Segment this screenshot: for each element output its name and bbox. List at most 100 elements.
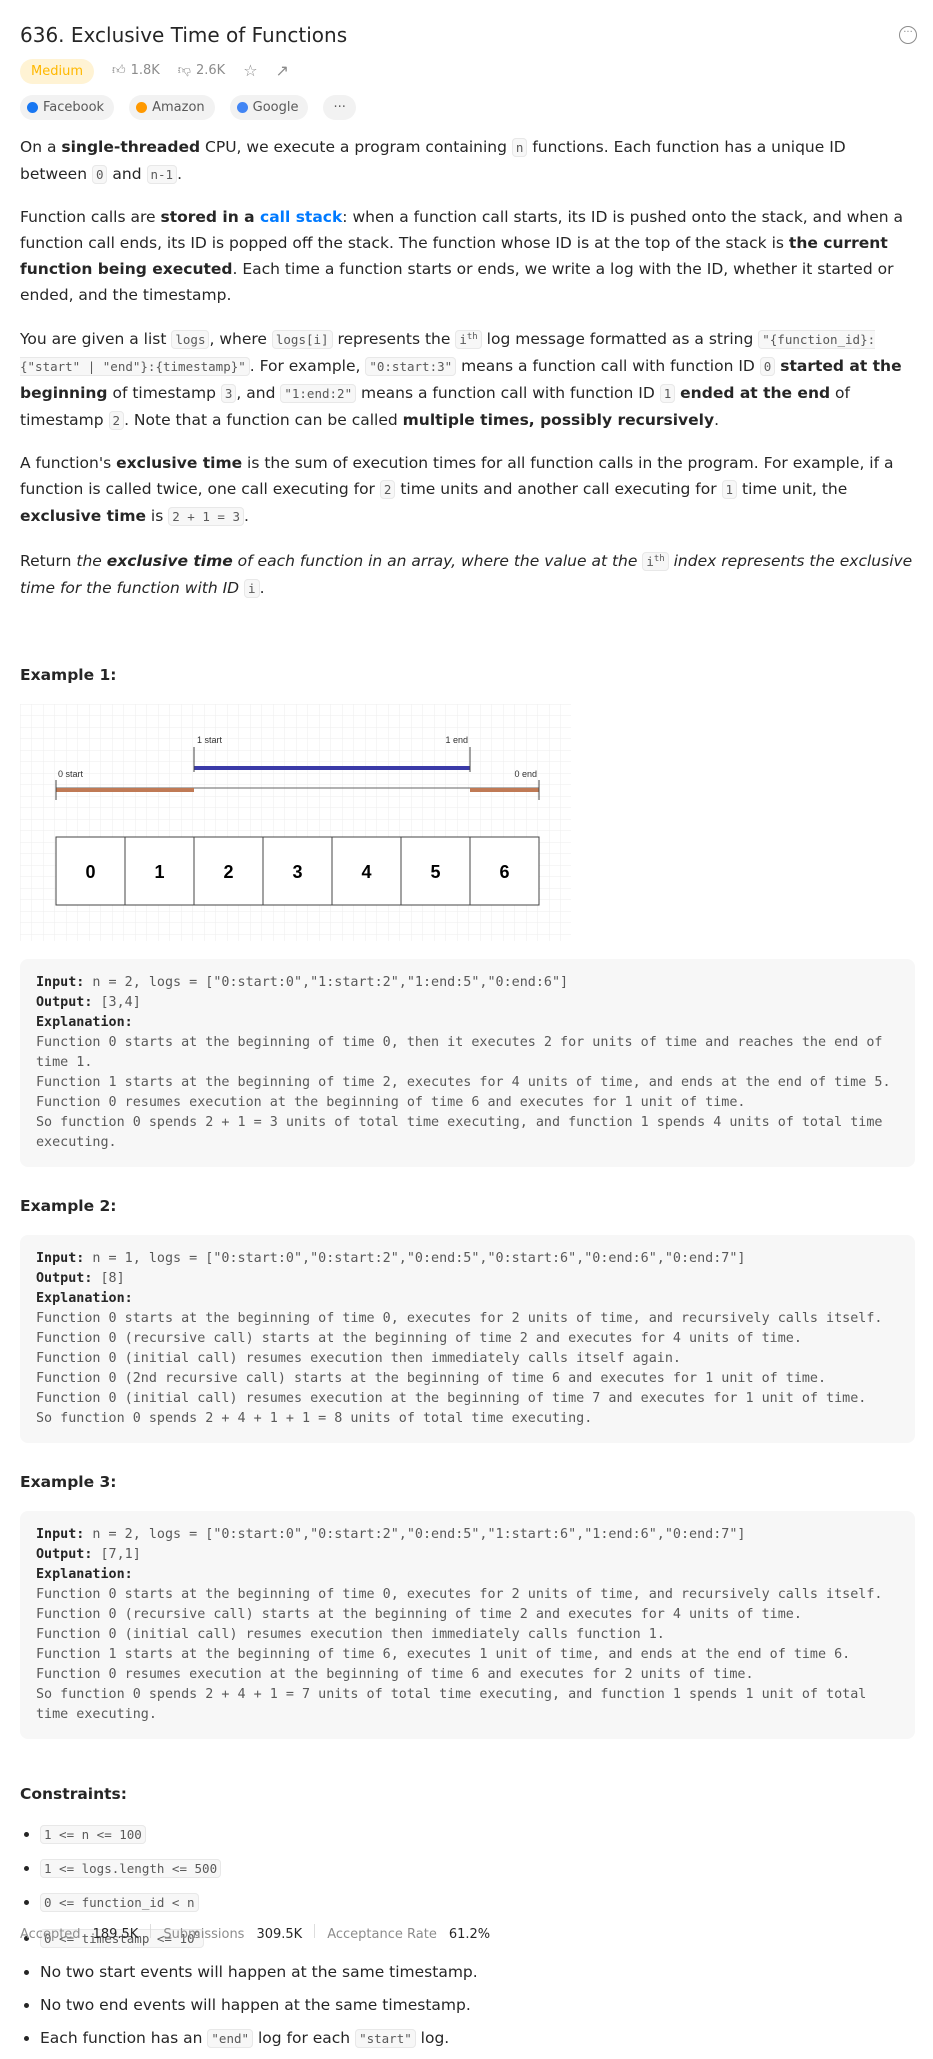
text-segment: CPU, we execute a program containing	[200, 138, 512, 156]
example-input: n = 2, logs = ["0:start:0","0:start:2","…	[84, 1527, 746, 1543]
text-segment: exclusive time	[116, 454, 243, 473]
text-segment: the	[76, 552, 107, 571]
inline-code: 1	[721, 480, 738, 500]
problem-description: On a single-threaded CPU, we execute a p…	[20, 134, 915, 2059]
text-segment: exclusive time	[106, 552, 233, 571]
text-segment: is	[145, 507, 169, 526]
company-name: Facebook	[43, 100, 105, 115]
inline-code: 1 <= logs.length <= 500	[40, 1859, 222, 1879]
text-segment: log.	[415, 2029, 450, 2048]
call-stack-link[interactable]: call stack	[260, 208, 342, 226]
inline-code: ith	[642, 552, 669, 572]
problem-title: 636. Exclusive Time of Functions	[20, 23, 348, 47]
inline-code: 0 <= function_id < n	[40, 1893, 199, 1913]
timeline-cell-label: 3	[292, 862, 302, 882]
inline-code: "0:start:3"	[365, 357, 457, 377]
description-paragraph: On a single-threaded CPU, we execute a p…	[20, 134, 915, 188]
text-segment: single-threaded	[61, 138, 201, 156]
timeline-cell-label: 5	[430, 862, 440, 882]
text-segment: log for each	[253, 2029, 356, 2048]
description-paragraph: Return the exclusive time of each functi…	[20, 546, 915, 602]
inline-code: 2	[108, 411, 125, 431]
example-explanation: Function 0 starts at the beginning of ti…	[36, 1035, 891, 1151]
more-options-icon[interactable]: ···	[899, 26, 917, 44]
input-label: Input:	[36, 1527, 85, 1543]
text-segment: A function's	[20, 454, 117, 473]
inline-code: "start"	[355, 2029, 416, 2049]
facebook-icon	[27, 102, 38, 113]
text-segment: .	[243, 507, 249, 526]
text-segment: of timestamp	[107, 384, 221, 403]
text-segment: Function calls are	[20, 208, 161, 226]
text-segment: means a function call with function ID	[456, 357, 760, 376]
input-label: Input:	[36, 1251, 85, 1267]
output-label: Output:	[36, 1547, 93, 1563]
description-paragraphs: On a single-threaded CPU, we execute a p…	[20, 134, 915, 602]
explanation-label: Explanation:	[36, 1015, 133, 1031]
accepted-label: Accepted	[20, 1927, 81, 1942]
dislike-button[interactable]: 👎︎ 2.6K	[178, 58, 225, 84]
text-segment: . Note that a function can be called	[124, 411, 403, 430]
text-segment: represents the	[332, 330, 456, 349]
label-1-end: 1 end	[445, 735, 468, 745]
rate-label: Acceptance Rate	[327, 1927, 437, 1942]
description-paragraph: A function's exclusive time is the sum o…	[20, 450, 915, 530]
text-segment: .	[177, 165, 183, 183]
inline-code: n	[511, 138, 528, 157]
text-segment: and	[107, 165, 147, 183]
share-icon[interactable]: ↗	[276, 58, 289, 84]
label-0-start: 0 start	[58, 769, 84, 779]
input-label: Input:	[36, 975, 85, 991]
constraint-item: 1 <= logs.length <= 500	[40, 1855, 915, 1882]
like-button[interactable]: 👍︎ 1.8K	[112, 58, 160, 84]
star-icon[interactable]: ☆	[243, 58, 257, 84]
thumbs-up-icon: 👍︎	[111, 63, 126, 78]
company-name: Amazon	[152, 100, 205, 115]
text-segment: ended at the end	[680, 384, 831, 403]
example-box: Input: n = 2, logs = ["0:start:0","1:sta…	[20, 959, 915, 1168]
text-segment: , and	[236, 384, 281, 403]
timeline-cell-label: 2	[223, 862, 233, 882]
inline-code: 2 + 1 = 3	[168, 507, 244, 527]
output-label: Output:	[36, 995, 93, 1011]
inline-code: ith	[455, 330, 482, 350]
example-box: Input: n = 1, logs = ["0:start:0","0:sta…	[20, 1235, 915, 1444]
constraint-item: 0 <= function_id < n	[40, 1889, 915, 1916]
text-segment: You are given a list	[20, 330, 172, 349]
company-tag-amazon[interactable]: Amazon	[129, 95, 215, 120]
company-name: Google	[252, 100, 299, 115]
text-segment: .	[259, 579, 265, 598]
dislike-count: 2.6K	[195, 63, 226, 78]
constraint-item: 1 <= n <= 100	[40, 1821, 915, 1848]
company-tag-facebook[interactable]: Facebook	[20, 95, 115, 120]
problem-meta: Medium 👍︎ 1.8K 👎︎ 2.6K ☆ ↗	[20, 58, 289, 84]
example-explanation: Function 0 starts at the beginning of ti…	[36, 1587, 883, 1723]
constraint-item: No two end events will happen at the sam…	[40, 1992, 915, 2018]
text-segment: No two start events will happen at the s…	[40, 1963, 478, 1982]
submissions-value: 309.5K	[256, 1927, 303, 1942]
inline-code: 0	[759, 357, 776, 377]
text-segment: time units and another call executing fo…	[395, 480, 722, 499]
text-segment: multiple times, possibly recursively	[402, 411, 715, 430]
more-companies-button[interactable]: ···	[323, 95, 356, 120]
company-tag-google[interactable]: Google	[229, 95, 309, 120]
label-1-start: 1 start	[197, 735, 223, 745]
example-output: [3,4]	[92, 995, 141, 1011]
example-output: [7,1]	[92, 1547, 141, 1563]
inline-code: 1 <= n <= 100	[40, 1825, 146, 1845]
example-output: [8]	[92, 1271, 125, 1287]
text-segment: of each function in an array, where the …	[232, 552, 643, 571]
example-input: n = 1, logs = ["0:start:0","0:start:2","…	[84, 1251, 746, 1267]
timeline-cell-label: 0	[85, 862, 95, 882]
difficulty-badge: Medium	[20, 58, 94, 84]
inline-code: logs[i]	[271, 330, 333, 350]
inline-code: logs	[171, 330, 210, 350]
thumbs-down-icon: 👎︎	[177, 63, 191, 78]
like-count: 1.8K	[130, 63, 160, 78]
amazon-icon	[136, 102, 148, 113]
text-segment: On a	[20, 138, 62, 156]
company-tags: Facebook Amazon Google ···	[20, 95, 356, 120]
inline-code: 3	[220, 384, 237, 404]
text-segment: .	[714, 411, 720, 430]
text-segment: No two end events will happen at the sam…	[40, 1996, 471, 2015]
